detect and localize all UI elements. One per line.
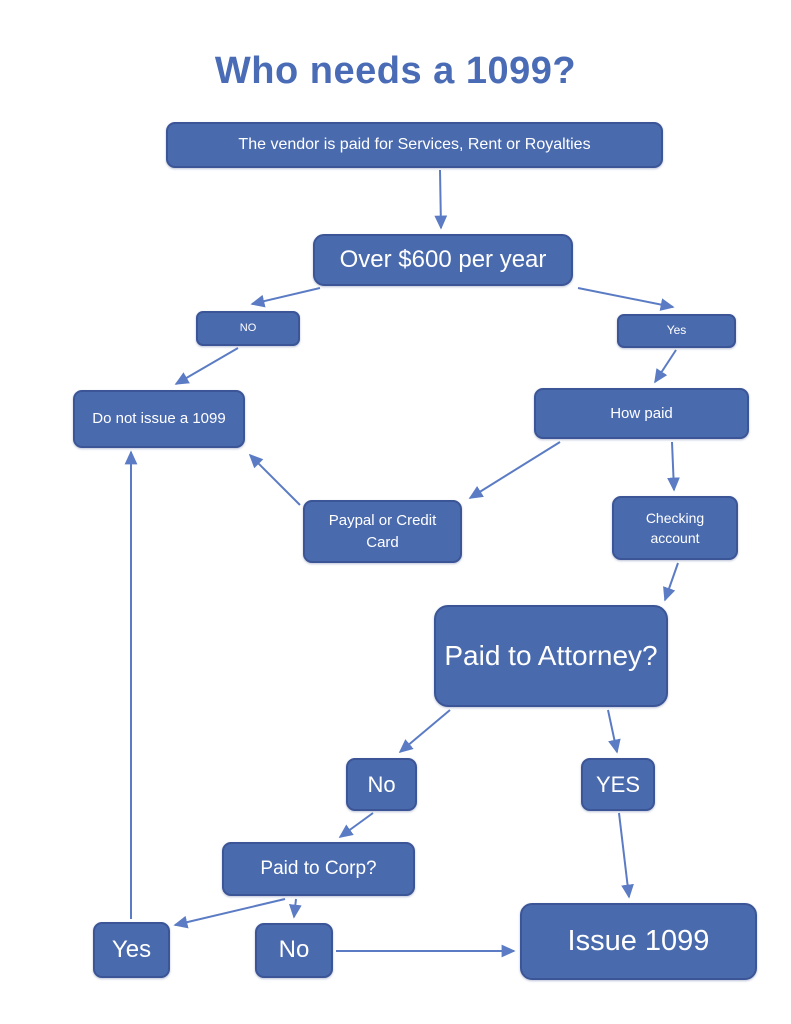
- node-paypal-or-credit-card[interactable]: Paypal or Credit Card: [303, 500, 462, 563]
- node-issue-1099[interactable]: Issue 1099: [520, 903, 757, 980]
- edge-attorney-to-yes2: [607, 709, 621, 754]
- edge-howpaid-to-checking: [667, 441, 680, 492]
- node-yes-attorney[interactable]: YES: [581, 758, 655, 811]
- edge-vendor-to-over600: [434, 169, 448, 230]
- edge-corp-to-no3: [289, 898, 302, 919]
- edge-no1-to-donot: [174, 347, 239, 385]
- node-vendor[interactable]: The vendor is paid for Services, Rent or…: [166, 122, 663, 168]
- edge-attorney-to-no2: [398, 709, 451, 754]
- edge-yes1-to-howpaid: [654, 349, 677, 384]
- node-over-600-per-year[interactable]: Over $600 per year: [313, 234, 573, 286]
- node-yes-over-600[interactable]: Yes: [617, 314, 736, 348]
- node-how-paid[interactable]: How paid: [534, 388, 749, 439]
- edge-over600-to-yes1: [577, 287, 675, 311]
- node-yes-corp[interactable]: Yes: [93, 922, 170, 978]
- node-no-corp[interactable]: No: [255, 923, 333, 978]
- node-checking-account[interactable]: Checking account: [612, 496, 738, 560]
- edge-no2-to-corp: [338, 812, 374, 838]
- page-title: Who needs a 1099?: [214, 50, 577, 92]
- edge-over600-to-no1: [250, 287, 321, 308]
- node-do-not-issue-1099[interactable]: Do not issue a 1099: [73, 390, 245, 448]
- node-paid-to-corp[interactable]: Paid to Corp?: [222, 842, 415, 896]
- node-paid-to-attorney[interactable]: Paid to Attorney?: [434, 605, 668, 707]
- edge-yes2-to-issue: [618, 812, 634, 899]
- edge-checking-to-attorney: [663, 562, 679, 602]
- edge-corp-to-yes3: [173, 898, 286, 929]
- edge-howpaid-to-paypal: [468, 441, 561, 499]
- flowchart-canvas: Who needs a 1099? The vendor is paid for…: [0, 0, 791, 1024]
- node-no-under-600[interactable]: NO: [196, 311, 300, 346]
- node-no-not-attorney[interactable]: No: [346, 758, 417, 811]
- edge-paypal-to-donot: [248, 453, 301, 506]
